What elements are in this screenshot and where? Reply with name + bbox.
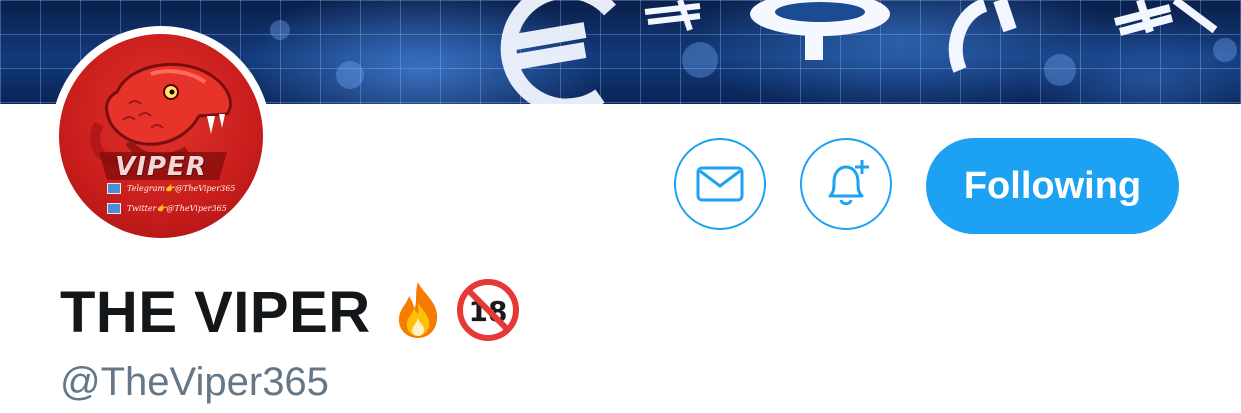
yen-symbol-small [644, 0, 701, 31]
bokeh-lights [270, 20, 1237, 89]
bell-plus-icon [828, 160, 869, 206]
avatar-twitter-text: Twitter👉@TheViper365 [127, 203, 227, 213]
telegram-icon [107, 182, 121, 194]
no-under-18-icon: 18 [456, 278, 519, 346]
yen-symbol [1114, 0, 1218, 36]
cent-symbol [948, 0, 1017, 73]
profile-handle: @TheViper365 [60, 360, 329, 404]
avatar-telegram-line: Telegram👉@TheViper365 [107, 182, 235, 194]
avatar[interactable]: VIPER Telegram👉@TheViper365 Twitter👉@The… [59, 34, 263, 238]
profile-name-row: THE VIPER 18 [60, 276, 519, 348]
avatar-logo-text: VIPER [115, 152, 207, 182]
fire-icon [393, 280, 443, 345]
euro-symbol [500, 0, 616, 104]
message-button[interactable] [674, 138, 766, 230]
twitter-icon [107, 202, 121, 214]
following-button[interactable]: Following [926, 138, 1179, 234]
avatar-twitter-line: Twitter👉@TheViper365 [107, 202, 227, 214]
notifications-button[interactable] [800, 138, 892, 230]
envelope-icon [696, 166, 744, 202]
avatar-telegram-text: Telegram👉@TheViper365 [127, 183, 236, 193]
display-name: THE VIPER [60, 279, 371, 345]
